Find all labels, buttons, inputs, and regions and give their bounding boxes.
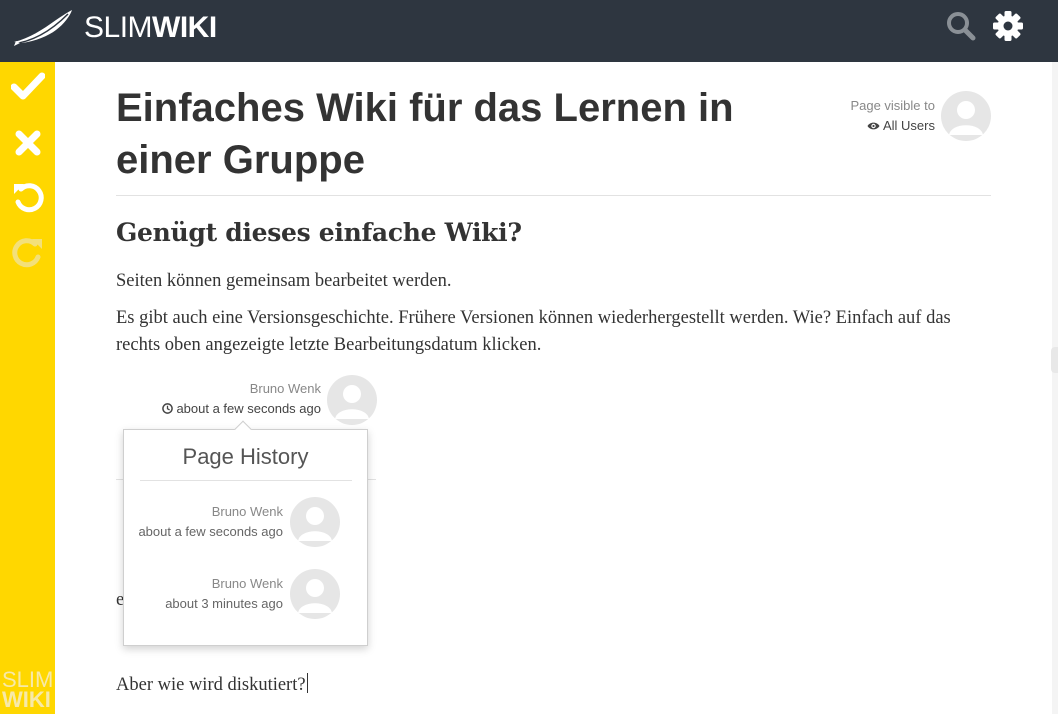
visibility-label: Page visible to xyxy=(850,98,935,113)
history-item[interactable]: Bruno Wenk about a few seconds ago xyxy=(124,497,367,551)
text-caret xyxy=(306,673,308,693)
eye-icon xyxy=(867,122,880,130)
visibility-value: All Users xyxy=(882,118,935,133)
page-title[interactable]: Einfaches Wiki für das Lernen in einer G… xyxy=(116,82,756,186)
avatar xyxy=(290,497,340,547)
sidebar-logo-line2: WIKI xyxy=(2,687,51,713)
content-paragraph[interactable]: Seiten können gemeinsam bearbeitet werde… xyxy=(116,268,996,295)
history-editor: Bruno Wenk xyxy=(211,504,283,519)
scrollbar-track[interactable] xyxy=(1052,62,1058,714)
history-time: about a few seconds ago xyxy=(138,524,283,539)
times-icon xyxy=(15,130,40,156)
undo-icon xyxy=(13,183,44,213)
popover-divider xyxy=(140,480,352,481)
visibility-value-link[interactable]: All Users xyxy=(850,116,935,136)
page-history-popover: Page History Bruno Wenk about a few seco… xyxy=(123,420,368,646)
redo-icon xyxy=(11,238,42,268)
popover-arrow xyxy=(234,420,252,438)
save-button[interactable] xyxy=(0,62,55,112)
logo-wordmark: SLIMWIKI xyxy=(84,13,217,43)
app-logo[interactable]: SLIMWIKI xyxy=(12,8,217,48)
content-heading[interactable]: Genügt dieses einfache Wiki? xyxy=(116,218,522,247)
last-editor-name: Bruno Wenk xyxy=(249,381,321,396)
check-icon xyxy=(10,72,45,100)
title-divider xyxy=(116,195,991,196)
content-paragraph-text: Aber wie wird diskutiert? xyxy=(116,675,306,695)
content-paragraph[interactable]: Aber wie wird diskutiert? xyxy=(116,672,996,699)
sidebar-logo: SLIM WIKI xyxy=(2,669,54,713)
top-navbar: SLIMWIKI xyxy=(0,0,1058,62)
last-edit-time-link[interactable]: about a few seconds ago xyxy=(162,401,321,416)
page-visibility: Page visible to All Users xyxy=(850,96,935,136)
undo-button[interactable] xyxy=(0,172,55,222)
popover-title: Page History xyxy=(182,444,309,469)
avatar[interactable] xyxy=(327,375,377,425)
last-edit-time: about a few seconds ago xyxy=(176,401,321,416)
avatar xyxy=(290,569,340,619)
avatar[interactable] xyxy=(941,91,991,141)
logo-text-bold: WIKI xyxy=(152,11,217,44)
clock-icon xyxy=(162,403,174,414)
logo-text-thin: SLIM xyxy=(84,11,153,44)
search-icon[interactable] xyxy=(945,10,977,42)
content-paragraph[interactable]: Es gibt auch eine Versionsgeschichte. Fr… xyxy=(116,305,996,359)
redo-button[interactable] xyxy=(0,227,55,277)
gear-icon[interactable] xyxy=(992,10,1024,42)
cancel-button[interactable] xyxy=(0,118,55,168)
history-editor: Bruno Wenk xyxy=(211,576,283,591)
history-item[interactable]: Bruno Wenk about 3 minutes ago xyxy=(124,569,367,623)
feather-icon xyxy=(12,10,72,46)
editor-toolbar: SLIM WIKI xyxy=(0,62,55,714)
scrollbar-handle[interactable] xyxy=(1051,347,1058,373)
history-time: about 3 minutes ago xyxy=(165,596,283,611)
